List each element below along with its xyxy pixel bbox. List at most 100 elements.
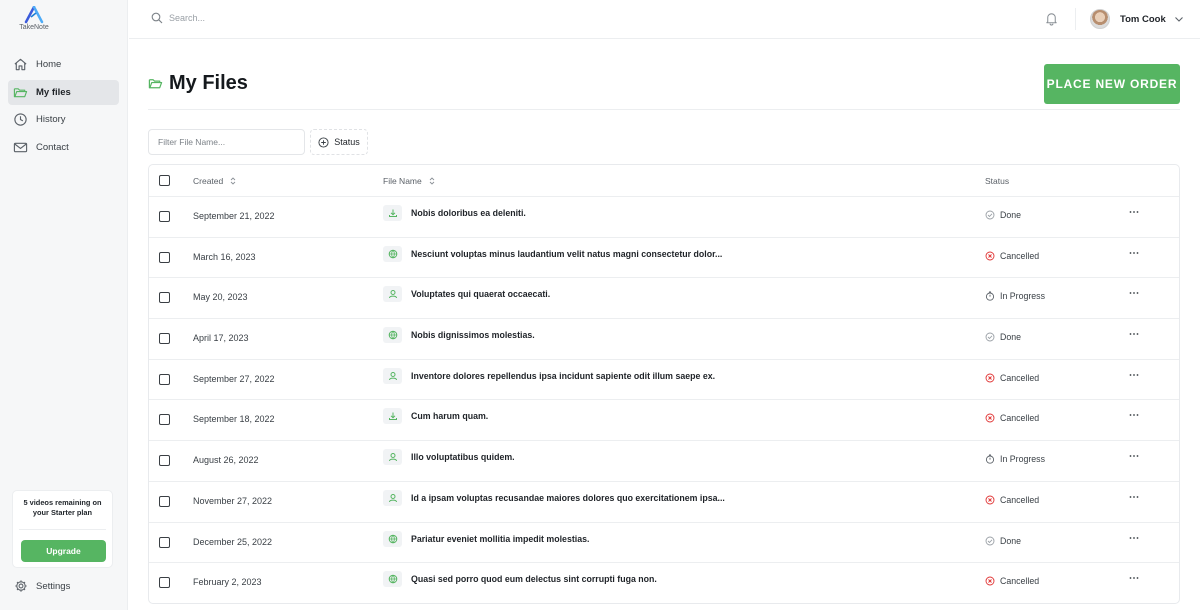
table-row[interactable]: December 25, 2022 Pariatur eveniet mollit… xyxy=(149,523,1179,564)
sidebar-item-home[interactable]: Home xyxy=(8,52,119,77)
row-checkbox[interactable] xyxy=(159,211,170,222)
row-checkbox[interactable] xyxy=(159,414,170,426)
row-checkbox[interactable] xyxy=(159,251,170,263)
column-header-file-name[interactable]: File Name xyxy=(383,176,436,186)
table-row[interactable]: September 18, 2022 Cum harum quam. Cancell… xyxy=(149,400,1179,442)
table-row[interactable]: September 21, 2022 Nobis doloribus ea del… xyxy=(149,197,1179,238)
download-icon xyxy=(388,209,397,217)
table-row[interactable]: August 26, 2022 Illo voluptatibus quidem.… xyxy=(149,441,1179,482)
row-checkbox[interactable] xyxy=(159,373,170,385)
file-cell[interactable]: Nesciunt voluptas minus laudantium velit… xyxy=(383,245,722,262)
x-circle-icon xyxy=(985,576,995,586)
file-cell[interactable]: Illo voluptatibus quidem. xyxy=(383,449,515,466)
more-options-icon[interactable] xyxy=(1127,531,1141,545)
user-menu[interactable]: Tom Cook xyxy=(1090,9,1184,29)
file-cell[interactable]: Quasi sed porro quod eum delectus sint c… xyxy=(383,571,657,588)
status-filter-button[interactable]: Status xyxy=(310,129,368,155)
x-circle-icon xyxy=(985,413,995,423)
column-label: Created xyxy=(193,176,224,186)
file-cell[interactable]: Nobis doloribus ea deleniti. xyxy=(383,205,526,221)
more-options-icon[interactable] xyxy=(1127,490,1141,504)
more-options-icon[interactable] xyxy=(1127,327,1141,341)
check-circle-icon xyxy=(985,210,995,220)
sidebar-item-history[interactable]: History xyxy=(8,107,119,132)
select-all-checkbox[interactable] xyxy=(159,175,170,186)
page-title: My Files xyxy=(169,72,248,94)
status-label: Cancelled xyxy=(1000,250,1040,261)
row-checkbox[interactable] xyxy=(159,455,170,467)
row-checkbox[interactable] xyxy=(159,577,170,589)
file-cell[interactable]: Id a ipsam voluptas recusandae maiores d… xyxy=(383,489,725,506)
sidebar-item-my-files[interactable]: My files xyxy=(8,79,119,105)
created-date: December 25, 2022 xyxy=(193,536,273,547)
status-label: Cancelled xyxy=(1000,494,1040,505)
filter-file-name-input[interactable] xyxy=(148,129,305,155)
file-cell[interactable]: Pariatur eveniet mollitia impedit molest… xyxy=(383,530,590,547)
more-options-icon[interactable] xyxy=(1127,449,1141,463)
row-checkbox[interactable] xyxy=(159,292,170,304)
clock-icon xyxy=(14,113,27,126)
sidebar-item-label: History xyxy=(36,114,66,125)
column-header-created[interactable]: Created xyxy=(193,176,237,186)
mail-icon xyxy=(13,142,28,152)
table-header: Created File Name Status xyxy=(149,165,1179,197)
topbar: Tom Cook xyxy=(129,0,1200,39)
table-row[interactable]: November 27, 2022 Id a ipsam voluptas rec… xyxy=(149,482,1179,523)
file-cell[interactable]: Cum harum quam. xyxy=(383,408,489,425)
sidebar-item-settings[interactable]: Settings xyxy=(14,579,70,593)
table-row[interactable]: February 2, 2023 Quasi sed porro quod eum… xyxy=(149,563,1179,603)
settings-label: Settings xyxy=(36,580,71,592)
status-badge: Cancelled xyxy=(985,251,1039,261)
upgrade-button[interactable]: Upgrade xyxy=(21,540,106,562)
status-label: Done xyxy=(1000,332,1022,343)
more-options-icon[interactable] xyxy=(1127,408,1141,422)
file-cell[interactable]: Inventore dolores repellendus ipsa incid… xyxy=(383,367,715,384)
more-options-icon[interactable] xyxy=(1127,368,1141,382)
status-badge: Cancelled xyxy=(985,495,1039,505)
table-row[interactable]: April 17, 2023 Nobis dignissimos molestia… xyxy=(149,319,1179,360)
sidebar: TakeNote Home My files History Contact 5… xyxy=(0,0,128,610)
row-checkbox[interactable] xyxy=(159,536,170,548)
sidebar-item-label: My files xyxy=(36,86,71,98)
created-date: August 26, 2022 xyxy=(193,455,259,466)
check-circle-icon xyxy=(985,332,995,342)
file-name: Pariatur eveniet mollitia impedit molest… xyxy=(411,533,590,544)
user-icon xyxy=(388,290,397,299)
plan-remaining-text: 5 videos remaining on your Starter plan xyxy=(23,498,102,517)
search-input[interactable] xyxy=(169,13,369,23)
more-options-icon[interactable] xyxy=(1127,286,1141,300)
more-options-icon[interactable] xyxy=(1127,571,1141,585)
divider xyxy=(1075,8,1076,30)
home-icon xyxy=(14,58,27,71)
created-date: February 2, 2023 xyxy=(193,577,262,588)
bell-icon[interactable] xyxy=(1044,11,1059,26)
more-options-icon[interactable] xyxy=(1127,246,1141,260)
file-type-badge xyxy=(383,205,402,221)
app-logo[interactable]: TakeNote xyxy=(14,6,54,36)
file-type-badge xyxy=(383,245,402,262)
file-cell[interactable]: Voluptates qui quaerat occaecati. xyxy=(383,286,550,303)
table-row[interactable]: September 27, 2022 Inventore dolores repe… xyxy=(149,360,1179,401)
table-body: September 21, 2022 Nobis doloribus ea del… xyxy=(149,197,1179,603)
file-name: Nobis doloribus ea deleniti. xyxy=(411,208,526,218)
file-name: Id a ipsam voluptas recusandae maiores d… xyxy=(411,492,725,503)
chevron-down-icon xyxy=(1174,17,1183,22)
column-label: File Name xyxy=(383,176,422,186)
folder-open-icon xyxy=(13,87,28,97)
sidebar-item-contact[interactable]: Contact xyxy=(8,135,119,160)
user-icon xyxy=(388,493,397,502)
file-type-badge xyxy=(383,571,402,588)
status-badge: Done xyxy=(985,210,1021,220)
file-type-badge xyxy=(383,408,402,425)
file-name: Cum harum quam. xyxy=(411,411,489,422)
file-cell[interactable]: Nobis dignissimos molestias. xyxy=(383,327,535,344)
row-checkbox[interactable] xyxy=(159,495,170,507)
row-checkbox[interactable] xyxy=(159,333,170,345)
table-row[interactable]: March 16, 2023 Nesciunt voluptas minus la… xyxy=(149,238,1179,279)
created-date: April 17, 2023 xyxy=(193,333,249,344)
table-row[interactable]: May 20, 2023 Voluptates qui quaerat occae… xyxy=(149,278,1179,320)
created-date: September 27, 2022 xyxy=(193,373,275,384)
place-new-order-button[interactable]: PLACE NEW ORDER xyxy=(1044,64,1180,104)
more-options-icon[interactable] xyxy=(1127,205,1141,219)
files-table: Created File Name Status September 21, 2… xyxy=(148,164,1180,604)
